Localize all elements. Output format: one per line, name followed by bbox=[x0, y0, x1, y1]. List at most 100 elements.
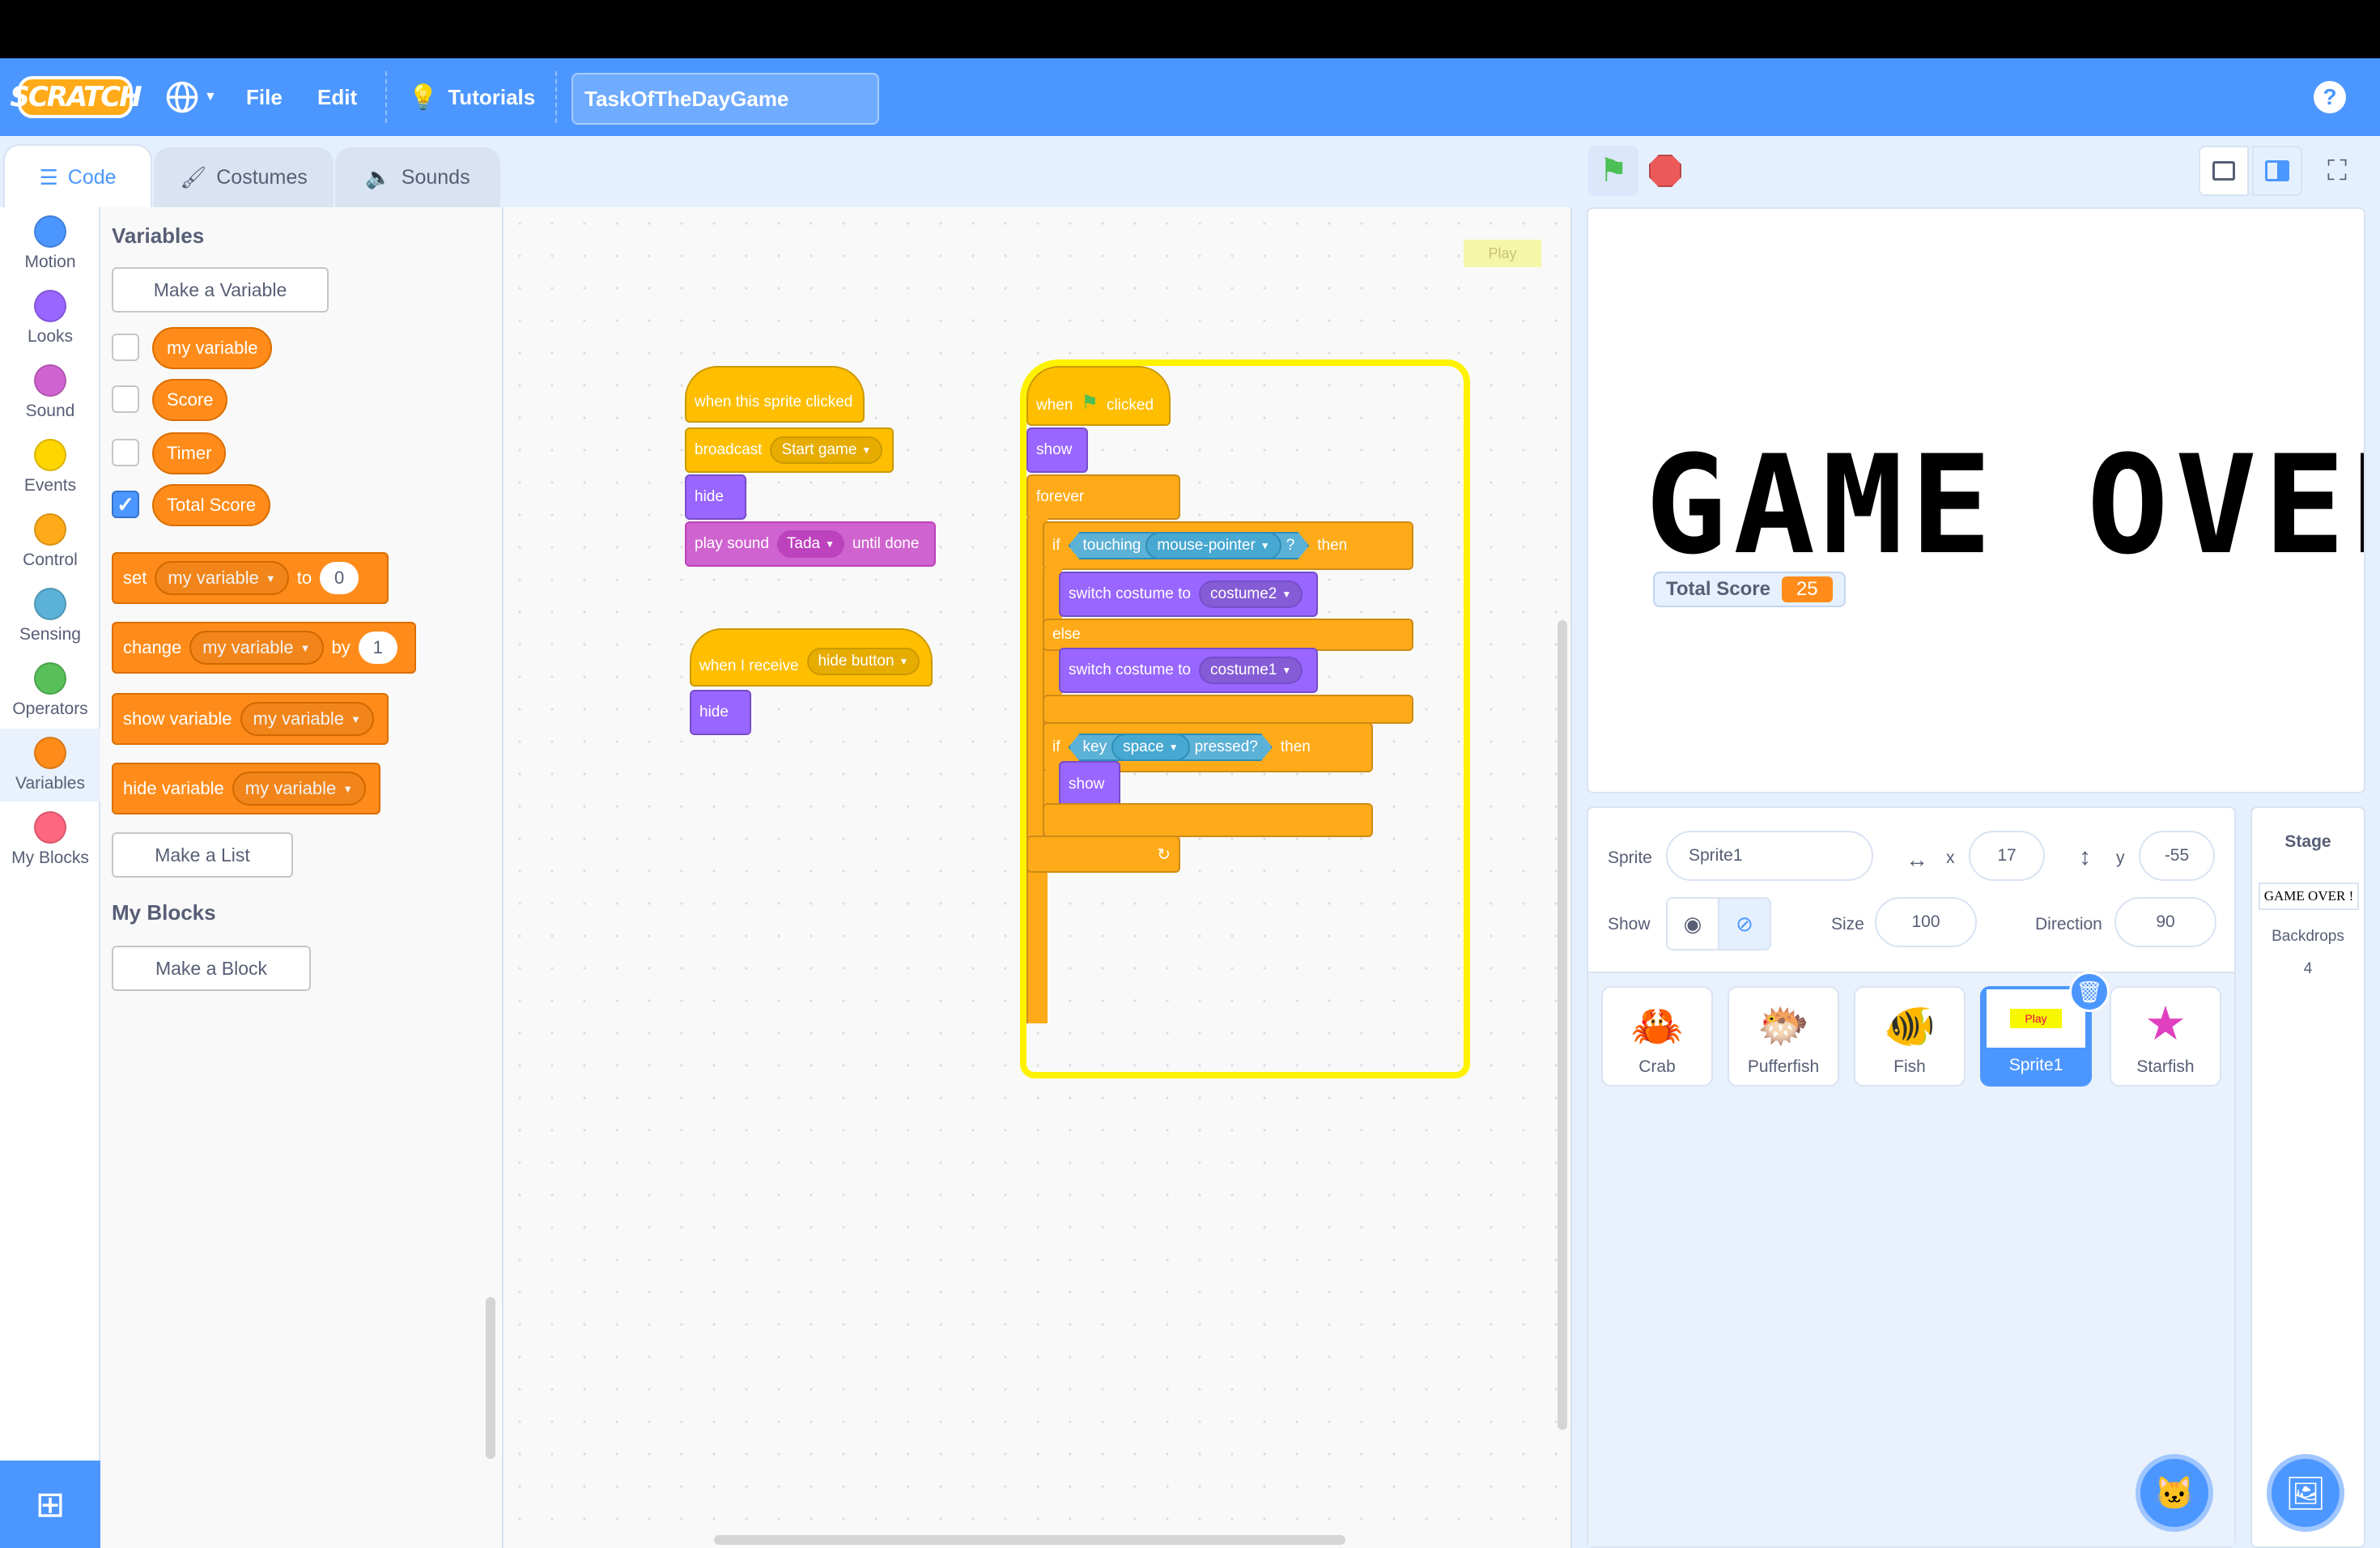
value-input[interactable]: 0 bbox=[320, 562, 359, 594]
forever-block[interactable]: forever bbox=[1026, 474, 1180, 520]
when-i-receive-block[interactable]: when I receive hide button ▼ bbox=[690, 628, 933, 687]
set-variable-block[interactable]: set my variable ▼ to 0 bbox=[112, 552, 389, 604]
costume-dropdown[interactable]: costume1 ▼ bbox=[1199, 657, 1303, 684]
small-stage-button[interactable] bbox=[2199, 146, 2249, 196]
language-menu[interactable]: ▼ bbox=[165, 79, 217, 115]
delete-sprite-button[interactable]: 🗑 bbox=[2069, 972, 2110, 1012]
show-variable-block[interactable]: show variable my variable ▼ bbox=[112, 693, 389, 745]
stop-button[interactable] bbox=[1640, 146, 1690, 196]
variable-reporter[interactable]: Total Score bbox=[152, 484, 271, 526]
sprite-tile-fish[interactable]: 🐠 Fish bbox=[1854, 986, 1966, 1087]
touching-block[interactable]: touching mouse-pointer ▼? bbox=[1069, 532, 1310, 559]
tutorials-menu[interactable]: 💡 Tutorials bbox=[408, 79, 535, 115]
hide-variable-block[interactable]: hide variable my variable ▼ bbox=[112, 763, 380, 814]
stage-selector[interactable]: Stage GAME OVER ! Backdrops 4 bbox=[2250, 806, 2365, 1548]
variable-monitor[interactable]: Total Score 25 bbox=[1653, 572, 1846, 607]
palette-scrollbar[interactable] bbox=[486, 1297, 495, 1459]
pufferfish-icon: 🐡 bbox=[1757, 1003, 1810, 1050]
broadcast-dropdown[interactable]: Start game ▼ bbox=[770, 436, 883, 464]
tab-sounds[interactable]: 🔈 Sounds bbox=[335, 147, 500, 207]
variable-checkbox-checked[interactable]: ✓ bbox=[112, 491, 139, 518]
choose-sprite-button[interactable]: 🐱 bbox=[2136, 1454, 2213, 1532]
when-flag-clicked-block[interactable]: when ⚑ clicked bbox=[1026, 366, 1171, 426]
edit-menu[interactable]: Edit bbox=[317, 79, 357, 115]
make-variable-button[interactable]: Make a Variable bbox=[112, 267, 329, 313]
file-menu[interactable]: File bbox=[246, 79, 283, 115]
category-looks[interactable]: Looks bbox=[0, 282, 100, 355]
variable-checkbox[interactable] bbox=[112, 385, 139, 413]
when-sprite-clicked-block[interactable]: when this sprite clicked bbox=[685, 366, 865, 423]
make-block-button[interactable]: Make a Block bbox=[112, 946, 311, 991]
chevron-down-icon: ▼ bbox=[861, 444, 872, 456]
variable-dropdown[interactable]: my variable ▼ bbox=[232, 772, 367, 806]
broadcast-block[interactable]: broadcast Start game ▼ bbox=[685, 427, 894, 473]
tab-code[interactable]: ☰ Code bbox=[3, 144, 152, 209]
switch-costume-block[interactable]: switch costume to costume2 ▼ bbox=[1059, 572, 1318, 617]
variable-dropdown[interactable]: my variable ▼ bbox=[240, 702, 374, 736]
variable-checkbox[interactable] bbox=[112, 334, 139, 361]
category-control[interactable]: Control bbox=[0, 505, 100, 578]
hide-sprite-button[interactable]: ⊘ bbox=[1718, 897, 1771, 950]
category-variables-dot bbox=[34, 737, 66, 769]
sprite-tile-pufferfish[interactable]: 🐡 Pufferfish bbox=[1728, 986, 1839, 1087]
dropdown-value: costume2 bbox=[1210, 585, 1277, 602]
stage-canvas[interactable]: GAME OVER ! Total Score 25 bbox=[1587, 207, 2365, 793]
large-stage-button[interactable] bbox=[2252, 146, 2302, 196]
variable-reporter[interactable]: Timer bbox=[152, 432, 227, 474]
green-flag-button[interactable]: ⚑ bbox=[1588, 146, 1638, 196]
key-dropdown[interactable]: space ▼ bbox=[1111, 734, 1190, 761]
show-block[interactable]: show bbox=[1059, 761, 1120, 808]
hide-block[interactable]: hide bbox=[685, 474, 746, 520]
workspace-horizontal-scrollbar[interactable] bbox=[714, 1535, 1345, 1545]
help-button[interactable]: ? bbox=[2314, 81, 2346, 113]
category-motion[interactable]: Motion bbox=[0, 207, 100, 280]
block-label: show bbox=[1036, 441, 1073, 458]
workspace-vertical-scrollbar[interactable] bbox=[1558, 620, 1567, 1430]
tab-costumes[interactable]: 🖌 Costumes bbox=[154, 147, 334, 207]
if-else-block[interactable]: if touching mouse-pointer ▼? then bbox=[1043, 521, 1413, 570]
sound-dropdown[interactable]: Tada ▼ bbox=[776, 530, 844, 558]
message-dropdown[interactable]: hide button ▼ bbox=[806, 648, 920, 675]
category-label: Sensing bbox=[19, 625, 81, 644]
add-extension-button[interactable]: ⊞ bbox=[0, 1461, 100, 1548]
variable-dropdown[interactable]: my variable ▼ bbox=[189, 631, 324, 665]
category-myblocks[interactable]: My Blocks bbox=[0, 803, 100, 876]
x-position-input[interactable]: 17 bbox=[1969, 831, 2045, 881]
costume-dropdown[interactable]: costume2 ▼ bbox=[1199, 580, 1303, 608]
category-events[interactable]: Events bbox=[0, 431, 100, 504]
show-block[interactable]: show bbox=[1026, 427, 1088, 473]
direction-input[interactable]: 90 bbox=[2114, 897, 2216, 947]
category-sensing[interactable]: Sensing bbox=[0, 580, 100, 653]
fullscreen-button[interactable]: ⛶ bbox=[2312, 146, 2362, 196]
lightbulb-icon: 💡 bbox=[408, 83, 439, 111]
scratch-logo[interactable]: SCRATCH bbox=[10, 76, 142, 118]
variable-reporter[interactable]: Score bbox=[152, 379, 228, 421]
choose-backdrop-button[interactable]: 🖼 bbox=[2267, 1454, 2344, 1532]
y-position-input[interactable]: -55 bbox=[2139, 831, 2215, 881]
variable-reporter[interactable]: my variable bbox=[152, 327, 273, 369]
size-input[interactable]: 100 bbox=[1875, 897, 1977, 947]
category-operators[interactable]: Operators bbox=[0, 654, 100, 727]
category-sound[interactable]: Sound bbox=[0, 356, 100, 429]
key-pressed-block[interactable]: key space ▼ pressed? bbox=[1069, 734, 1273, 761]
monitor-label: Total Score bbox=[1666, 578, 1770, 600]
variable-dropdown[interactable]: my variable ▼ bbox=[155, 561, 289, 595]
switch-costume-block[interactable]: switch costume to costume1 ▼ bbox=[1059, 648, 1318, 693]
sprite-name-input[interactable]: Sprite1 bbox=[1666, 831, 1873, 881]
sprite-tile-label: Crab bbox=[1638, 1057, 1676, 1076]
value-input[interactable]: 1 bbox=[358, 632, 397, 664]
make-list-button[interactable]: Make a List bbox=[112, 832, 293, 878]
sprite-tile-starfish[interactable]: ★ Starfish bbox=[2110, 986, 2221, 1087]
variable-checkbox[interactable] bbox=[112, 439, 139, 466]
play-sound-block[interactable]: play sound Tada ▼ until done bbox=[685, 521, 936, 567]
script-workspace[interactable]: Play when this sprite clicked broadcast S… bbox=[504, 207, 2040, 1548]
touching-dropdown[interactable]: mouse-pointer ▼ bbox=[1145, 532, 1281, 559]
category-variables[interactable]: Variables bbox=[0, 729, 100, 802]
hide-block[interactable]: hide bbox=[690, 690, 751, 735]
category-control-dot bbox=[34, 513, 66, 546]
project-title-input[interactable]: TaskOfTheDayGame bbox=[572, 73, 879, 125]
code-icon: ☰ bbox=[39, 164, 58, 189]
change-variable-block[interactable]: change my variable ▼ by 1 bbox=[112, 622, 416, 674]
show-sprite-button[interactable]: ◉ bbox=[1666, 897, 1719, 950]
sprite-tile-crab[interactable]: 🦀 Crab bbox=[1601, 986, 1713, 1087]
